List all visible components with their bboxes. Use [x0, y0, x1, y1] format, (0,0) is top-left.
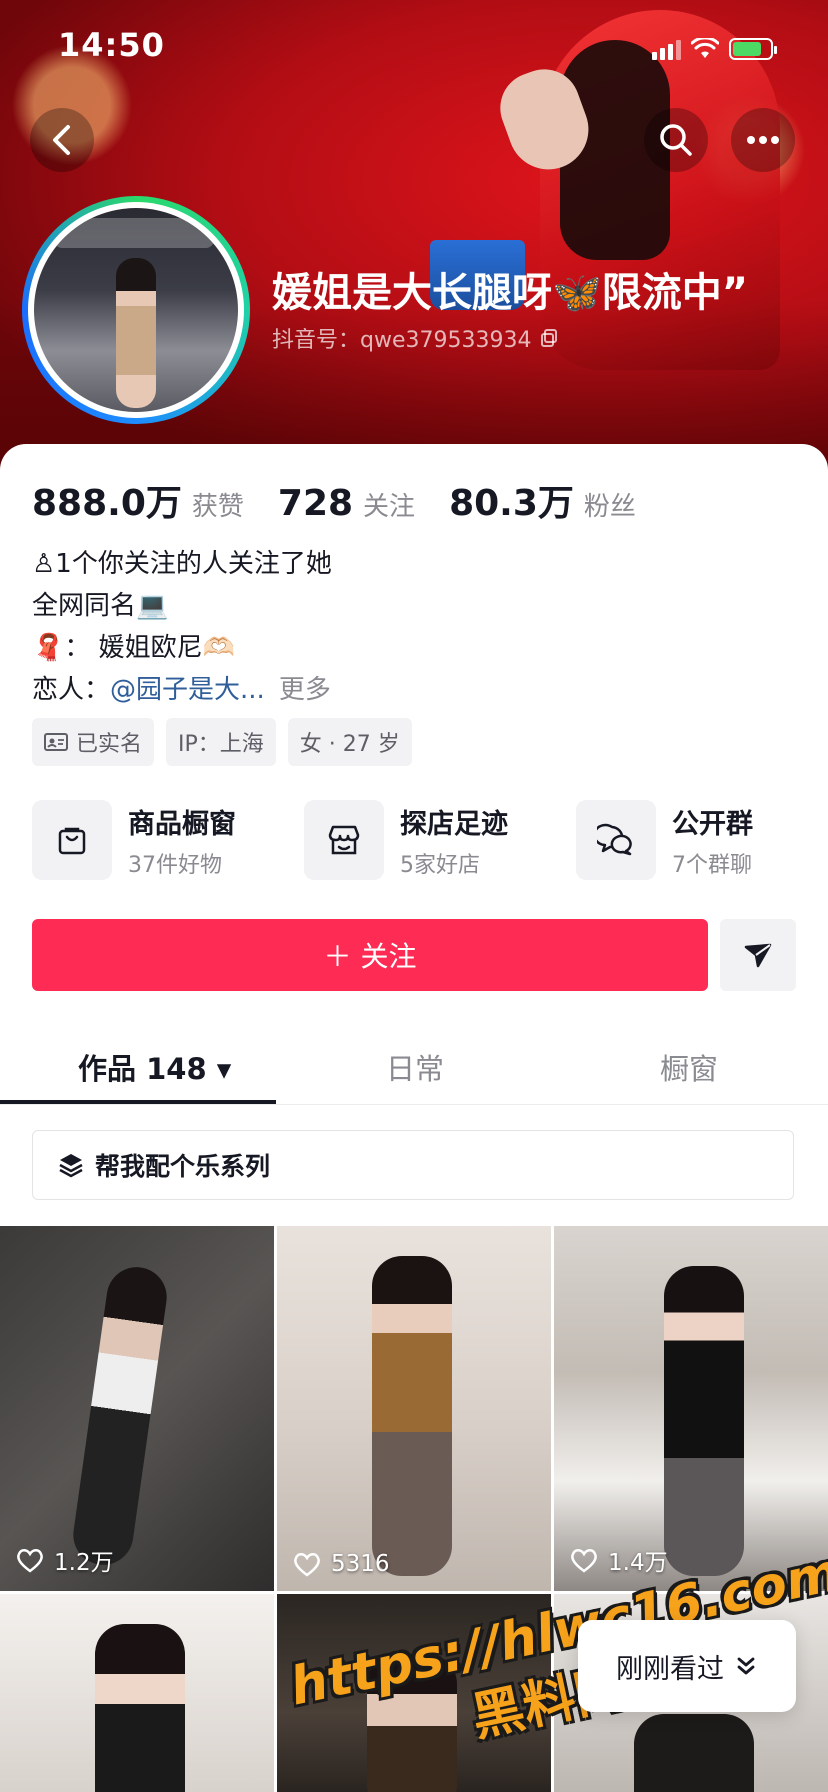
bio-more-link[interactable]: 更多 — [279, 675, 331, 705]
shopping-bag-icon — [58, 827, 86, 855]
followers-label: 粉丝 — [583, 492, 636, 522]
shortcut-title: 探店足迹 — [400, 808, 508, 840]
video-thumbnail[interactable] — [0, 1594, 274, 1792]
shortcut-subtitle: 7个群聊 — [672, 852, 752, 878]
copy-icon[interactable] — [539, 328, 559, 348]
layers-icon — [59, 1154, 83, 1178]
heart-icon — [571, 1549, 597, 1573]
more-button[interactable] — [731, 108, 795, 172]
video-figure — [372, 1256, 452, 1576]
video-thumbnail[interactable]: 1.2万 — [0, 1226, 274, 1591]
mutual-follow-text[interactable]: ♙1个你关注的人关注了她 — [32, 543, 332, 580]
tab-shop-window[interactable]: 橱窗 — [660, 1046, 718, 1088]
bio-line: 🧣： 媛姐欧尼🫶🏻 — [32, 633, 236, 663]
follow-button[interactable]: ＋ 关注 — [32, 919, 708, 991]
video-thumbnail[interactable]: 1.4万 — [554, 1226, 828, 1591]
profile-tags: 已实名 IP：上海 女 · 27 岁 — [32, 718, 412, 766]
tag-gender-age: 女 · 27 岁 — [287, 718, 412, 766]
douyin-id[interactable]: 抖音号：qwe379533934 — [272, 322, 559, 354]
back-button[interactable] — [30, 108, 94, 172]
shortcut-icon-box — [576, 800, 656, 880]
lover-label: 恋人： — [32, 675, 111, 705]
store-icon — [328, 825, 360, 855]
video-likes: 1.2万 — [16, 1543, 114, 1577]
video-likes: 5316 — [293, 1551, 390, 1577]
shortcut-icon-box — [32, 800, 112, 880]
shortcut-title: 商品橱窗 — [128, 808, 236, 840]
following-label: 关注 — [363, 492, 416, 522]
search-icon — [660, 124, 692, 156]
message-button[interactable] — [720, 919, 796, 991]
tab-daily[interactable]: 日常 — [386, 1046, 444, 1088]
shortcut-shop-window[interactable]: 商品橱窗 37件好物 — [32, 800, 236, 880]
bio-line: 全网同名💻 — [32, 591, 169, 621]
send-icon — [744, 943, 772, 968]
video-figure — [634, 1714, 754, 1792]
douyin-id-text: 抖音号：qwe379533934 — [272, 328, 532, 353]
video-likes: 1.4万 — [570, 1543, 668, 1577]
signal-icon — [652, 38, 681, 60]
heart-icon — [17, 1549, 43, 1573]
recently-viewed-button[interactable]: 刚刚看过 — [578, 1620, 796, 1712]
battery-icon — [729, 38, 777, 60]
content-tabs: 作品 148 ▾ 日常 橱窗 — [0, 1028, 828, 1105]
video-likes-count: 1.2万 — [54, 1550, 114, 1576]
avatar-light — [54, 218, 214, 248]
tag-verified[interactable]: 已实名 — [32, 718, 155, 766]
recently-viewed-label: 刚刚看过 — [616, 1653, 724, 1685]
followers-count[interactable]: 80.3万 — [449, 474, 574, 526]
likes-label: 获赞 — [191, 492, 244, 522]
shortcut-store-visits[interactable]: 探店足迹 5家好店 — [304, 800, 508, 880]
tag-verified-label: 已实名 — [76, 732, 143, 757]
shortcut-public-groups[interactable]: 公开群 7个群聊 — [576, 800, 753, 880]
following-count[interactable]: 728 — [278, 483, 353, 524]
status-time: 14:50 — [58, 26, 165, 64]
likes-count[interactable]: 888.0万 — [32, 474, 182, 526]
shortcut-subtitle: 5家好店 — [400, 852, 480, 878]
id-card-icon — [44, 733, 68, 751]
active-tab-indicator — [0, 1100, 276, 1104]
wifi-icon — [691, 38, 719, 58]
lover-link[interactable]: @园子是大... — [110, 675, 265, 705]
profile-nickname: 媛姐是大长腿呀🦋限流中” — [272, 270, 749, 316]
bio-lover-line: 恋人：@园子是大... 更多 — [32, 669, 331, 706]
avatar-figure — [116, 258, 156, 408]
chevron-left-icon — [53, 125, 70, 155]
video-likes-count: 5316 — [331, 1551, 390, 1577]
video-thumbnail[interactable]: 5316 — [277, 1226, 551, 1591]
music-series-label: 帮我配个乐系列 — [95, 1152, 271, 1181]
status-icons — [652, 34, 777, 64]
shortcut-icon-box — [304, 800, 384, 880]
video-figure — [664, 1266, 744, 1576]
tag-ip: IP：上海 — [166, 718, 276, 766]
search-button[interactable] — [644, 108, 708, 172]
profile-stats: 888.0万 获赞 728 关注 80.3万 粉丝 — [32, 474, 670, 526]
heart-icon — [294, 1553, 320, 1577]
video-figure — [95, 1624, 185, 1792]
shortcut-subtitle: 37件好物 — [128, 852, 222, 878]
video-figure — [69, 1263, 171, 1569]
avatar[interactable] — [34, 208, 238, 412]
shortcut-title: 公开群 — [672, 808, 753, 840]
video-likes-count: 1.4万 — [608, 1550, 668, 1576]
music-series-prompt[interactable]: 帮我配个乐系列 — [32, 1130, 794, 1200]
double-chevron-down-icon — [737, 1657, 755, 1675]
chat-bubbles-icon — [597, 823, 632, 856]
more-dots-icon — [747, 136, 779, 144]
tab-works[interactable]: 作品 148 ▾ — [78, 1046, 231, 1088]
